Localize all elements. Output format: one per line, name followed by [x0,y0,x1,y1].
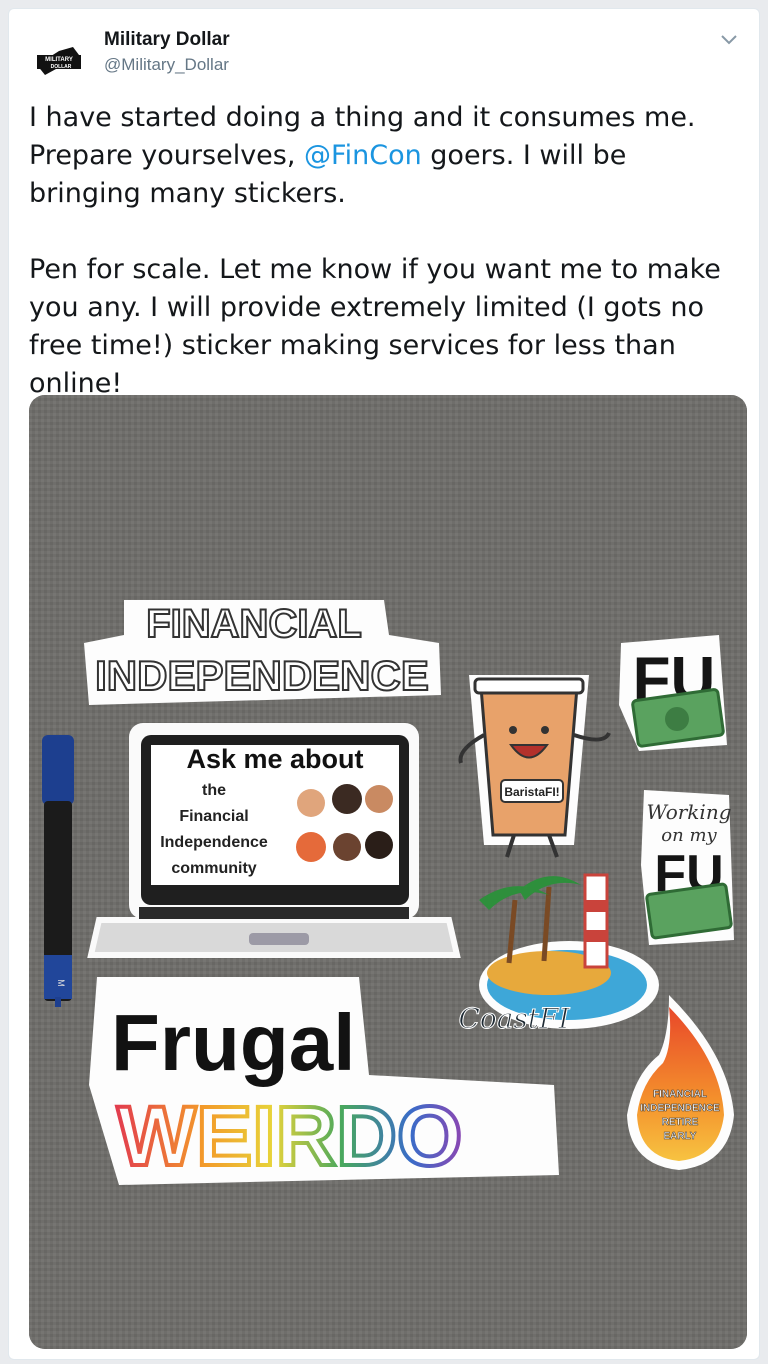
fire-line-3: RETIRE [662,1117,699,1128]
ask-line-2: Financial [179,808,248,825]
working-on-my-fu-sticker: Working on my FU [641,790,734,945]
fu-money-sticker: FU [619,635,727,751]
fire-line-4: EARLY [664,1131,697,1142]
fire-line-1: FINANCIAL [653,1089,707,1100]
ask-line-3: Independence [160,834,268,851]
fi-line-1: FINANCIAL [146,602,362,646]
pen: M [42,735,74,1007]
chevron-down-icon[interactable] [717,27,741,51]
working-line-2: on my [661,825,717,846]
tweet-card: MILITARY DOLLAR Military Dollar @Militar… [8,8,760,1360]
pen-text: M [56,979,66,987]
avatar-text-2: DOLLAR [51,64,72,70]
frugal-text: Frugal [111,998,355,1087]
mention-link[interactable]: @FinCon [304,140,422,171]
barista-label: BaristaFI! [504,785,559,799]
fire-line-2: INDEPENDENCE [640,1103,720,1114]
tweet-photo[interactable]: M FINANCIAL INDEPENDENCE Ask me about th… [29,395,747,1349]
ask-me-about-sticker: Ask me about the Financial Independence … [87,723,461,958]
author-name[interactable]: Military Dollar [104,29,230,51]
ask-line-1: the [202,782,226,799]
ask-line-4: community [171,860,256,877]
coast-text: CoastFI [458,1002,570,1035]
working-line-1: Working [647,800,732,824]
weirdo-text: WEIRDO [117,1089,462,1183]
tweet-paragraph-2: Pen for scale. Let me know if you want m… [29,254,721,399]
avatar-text-1: MILITARY [45,57,73,63]
tweet-text: I have started doing a thing and it cons… [29,99,744,441]
author-handle[interactable]: @Military_Dollar [104,55,229,75]
ask-title: Ask me about [186,744,363,774]
fi-line-2: INDEPENDENCE [95,652,429,699]
tweet-paragraph-1: I have started doing a thing and it cons… [29,99,744,213]
avatar[interactable]: MILITARY DOLLAR [29,29,89,89]
